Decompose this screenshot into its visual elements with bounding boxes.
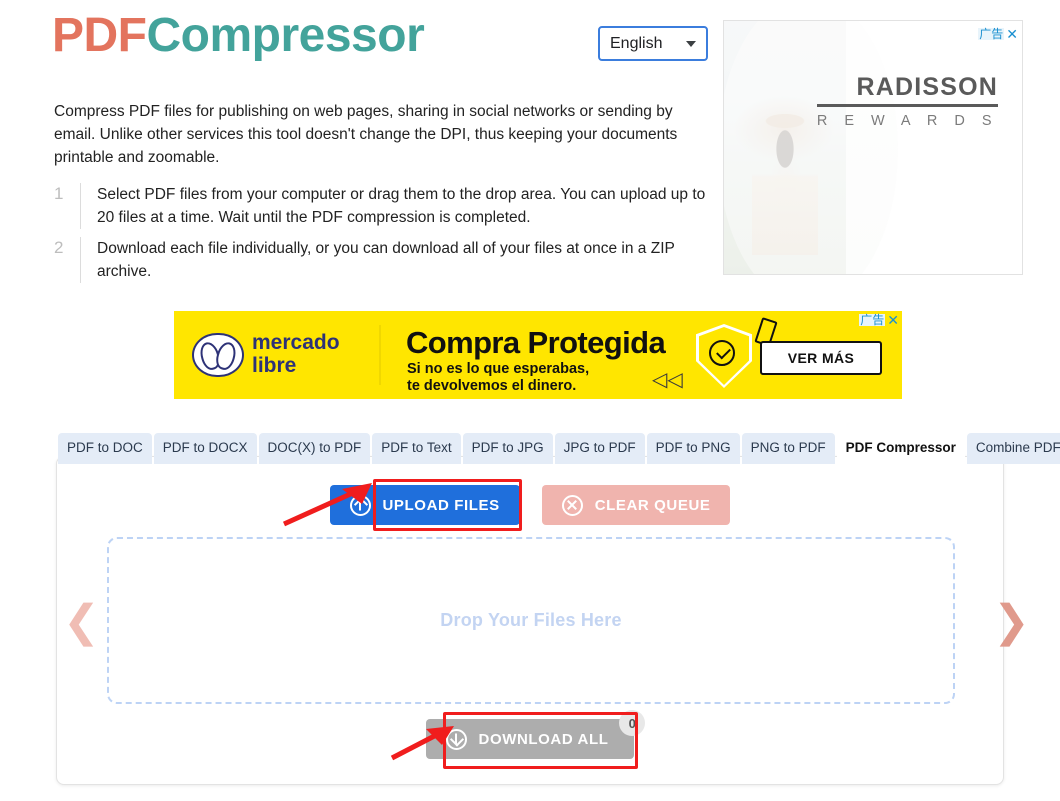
clear-icon: [561, 494, 583, 516]
tab-docx-to-pdf[interactable]: DOC(X) to PDF: [258, 433, 371, 464]
tab-pdf-to-doc[interactable]: PDF to DOC: [58, 433, 152, 464]
steps-list: 1 Select PDF files from your computer or…: [54, 183, 709, 291]
close-icon[interactable]: ✕: [887, 313, 899, 327]
step-item: 1 Select PDF files from your computer or…: [54, 183, 709, 229]
step-divider: [80, 237, 81, 283]
shield-check-icon: [696, 324, 752, 388]
mercadolibre-logo: mercado libre: [192, 327, 362, 383]
ad-vertical-divider: [379, 325, 381, 385]
upload-files-label: UPLOAD FILES: [382, 496, 500, 514]
mercadolibre-wordmark: mercado libre: [252, 331, 340, 377]
intro-paragraph: Compress PDF files for publishing on web…: [54, 103, 678, 166]
ad-label-text: 广告: [978, 27, 1005, 41]
close-icon[interactable]: ✕: [1006, 27, 1018, 41]
carousel-prev-icon[interactable]: ❮: [63, 600, 100, 644]
step-number: 2: [54, 238, 64, 257]
step-item: 2 Download each file individually, or yo…: [54, 237, 709, 283]
upload-files-button[interactable]: UPLOAD FILES: [329, 485, 520, 525]
advertisement-mercadolibre[interactable]: mercado libre Compra Protegida Si no es …: [174, 311, 902, 399]
language-select[interactable]: English: [598, 26, 708, 61]
tool-tabs: PDF to DOC PDF to DOCX DOC(X) to PDF PDF…: [58, 433, 1060, 464]
tab-pdf-to-text[interactable]: PDF to Text: [372, 433, 461, 464]
upload-icon: [349, 494, 371, 516]
page-root: PDFCompressor English Compress PDF files…: [0, 0, 1060, 801]
ad-choices-label[interactable]: 广告 ✕: [859, 313, 899, 327]
step-divider: [80, 183, 81, 229]
site-logo: PDFCompressor: [52, 9, 425, 62]
clear-queue-button[interactable]: CLEAR QUEUE: [541, 485, 731, 525]
ad-choices-label[interactable]: 广告 ✕: [978, 27, 1018, 41]
check-icon: [709, 340, 735, 366]
tab-png-to-pdf[interactable]: PNG to PDF: [741, 433, 835, 464]
tab-jpg-to-pdf[interactable]: JPG to PDF: [554, 433, 645, 464]
rewind-icon[interactable]: ◁◁: [652, 367, 683, 392]
chevron-down-icon: [686, 40, 696, 47]
download-button-row: DOWNLOAD ALL 0: [57, 710, 1003, 759]
download-icon: [445, 728, 467, 750]
tab-pdf-to-docx[interactable]: PDF to DOCX: [153, 433, 257, 464]
tab-pdf-to-png[interactable]: PDF to PNG: [646, 433, 740, 464]
ad-headline: Compra Protegida: [406, 325, 666, 360]
ad-subtext-line1: Si no es lo que esperabas,: [407, 361, 590, 377]
ad-brand-line2: R E W A R D S: [816, 113, 998, 129]
ad-label-text: 广告: [859, 313, 886, 327]
step-text: Download each file individually, or you …: [97, 240, 675, 280]
clear-queue-label: CLEAR QUEUE: [594, 496, 711, 514]
step-text: Select PDF files from your computer or d…: [97, 186, 706, 226]
advertisement-radisson[interactable]: RADISSON R E W A R D S 广告 ✕: [723, 20, 1023, 275]
ad-brand: RADISSON R E W A R D S: [816, 73, 998, 129]
ml-logo-line2: libre: [252, 354, 297, 377]
ad-photo-figure: [752, 105, 818, 255]
ad-subtext-line2: te devolvemos el dinero.: [407, 378, 577, 394]
tab-combine-pdf[interactable]: Combine PDF: [966, 433, 1060, 464]
tab-pdf-compressor[interactable]: PDF Compressor: [836, 433, 965, 464]
ml-logo-line1: mercado: [252, 331, 340, 354]
tab-pdf-to-jpg[interactable]: PDF to JPG: [462, 433, 553, 464]
action-button-row: UPLOAD FILES CLEAR QUEUE: [57, 485, 1003, 525]
logo-text-compressor: Compressor: [146, 9, 425, 62]
ad-cta-button[interactable]: VER MÁS: [760, 341, 882, 375]
tool-panel: UPLOAD FILES CLEAR QUEUE Drop Your Files…: [56, 456, 1004, 785]
logo-text-pdf: PDF: [52, 9, 147, 62]
ad-photo: [724, 21, 898, 274]
language-select-value: English: [610, 34, 663, 52]
carousel-next-icon[interactable]: ❯: [993, 600, 1030, 644]
mercadolibre-handshake-icon: [192, 333, 244, 377]
step-number: 1: [54, 184, 64, 203]
download-all-label: DOWNLOAD ALL: [478, 730, 609, 748]
file-dropzone[interactable]: Drop Your Files Here: [107, 537, 955, 704]
ad-brand-line1: RADISSON: [816, 73, 998, 107]
ad-subtext: Si no es lo que esperabas, te devolvemos…: [407, 361, 589, 395]
download-all-button[interactable]: DOWNLOAD ALL 0: [425, 710, 646, 759]
dropzone-label: Drop Your Files Here: [440, 610, 622, 630]
download-count-badge: 0: [619, 710, 646, 736]
